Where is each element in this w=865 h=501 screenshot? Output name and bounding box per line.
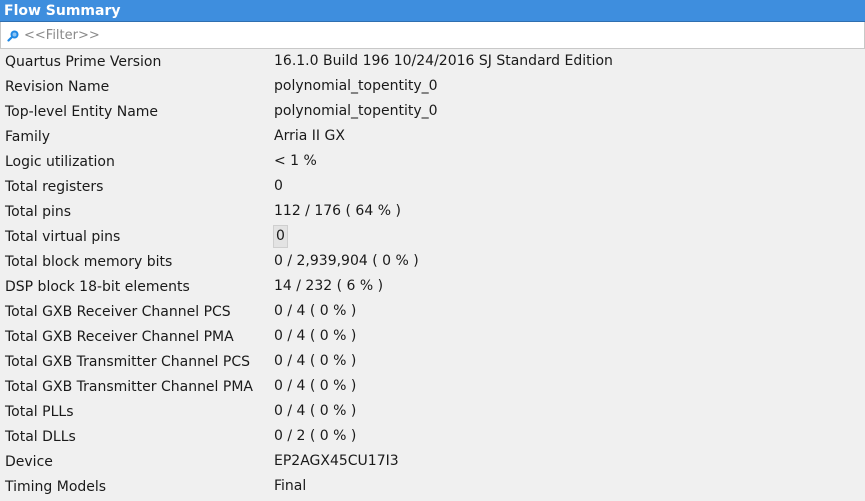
row-value-cell: 0 / 4 ( 0 % )	[268, 374, 865, 399]
table-row[interactable]: Total virtual pins 0	[0, 224, 865, 249]
row-value-cell: polynomial_topentity_0	[268, 99, 865, 124]
filter-bar	[0, 22, 865, 49]
table-row[interactable]: Quartus Prime Version 16.1.0 Build 196 10…	[0, 49, 865, 74]
row-value-cell: 0	[268, 224, 865, 249]
row-key: Total DLLs	[5, 428, 76, 445]
row-value: 16.1.0 Build 196 10/24/2016 SJ Standard …	[274, 53, 613, 69]
filter-input[interactable]	[24, 27, 844, 43]
row-key: Total block memory bits	[5, 253, 173, 270]
row-key: Total PLLs	[5, 403, 74, 420]
row-key: Revision Name	[5, 78, 110, 95]
row-value-cell: Arria II GX	[268, 124, 865, 149]
row-value-cell: 0 / 4 ( 0 % )	[268, 349, 865, 374]
table-row[interactable]: Timing Models Final	[0, 474, 865, 499]
row-key: Total virtual pins	[5, 228, 121, 245]
row-value: 0 / 4 ( 0 % )	[274, 353, 357, 369]
row-value: 0 / 4 ( 0 % )	[274, 378, 357, 394]
table-row[interactable]: Total GXB Transmitter Channel PCS 0 / 4 (…	[0, 349, 865, 374]
row-key: Total GXB Transmitter Channel PCS	[5, 353, 250, 370]
table-row[interactable]: Total GXB Receiver Channel PCS 0 / 4 ( 0 …	[0, 299, 865, 324]
row-value-cell: 0 / 4 ( 0 % )	[268, 399, 865, 424]
row-value-cell: 0 / 2,939,904 ( 0 % )	[268, 249, 865, 274]
row-key: Total GXB Receiver Channel PCS	[5, 303, 231, 320]
row-value-cell: 0	[268, 174, 865, 199]
table-row[interactable]: Total DLLs 0 / 2 ( 0 % )	[0, 424, 865, 449]
search-icon[interactable]	[6, 28, 20, 42]
row-value: 14 / 232 ( 6 % )	[274, 278, 384, 294]
row-value-cell: EP2AGX45CU17I3	[268, 449, 865, 474]
table-row[interactable]: Revision Name polynomial_topentity_0	[0, 74, 865, 99]
row-value-cell: 112 / 176 ( 64 % )	[268, 199, 865, 224]
row-value-cell: 0 / 4 ( 0 % )	[268, 324, 865, 349]
row-value-cell: 14 / 232 ( 6 % )	[268, 274, 865, 299]
row-key: Device	[5, 453, 53, 470]
row-value-cell: 0 / 2 ( 0 % )	[268, 424, 865, 449]
row-value-cell: < 1 %	[268, 149, 865, 174]
row-value: 0 / 4 ( 0 % )	[274, 328, 357, 344]
table-row[interactable]: DSP block 18-bit elements 14 / 232 ( 6 % …	[0, 274, 865, 299]
row-value: Final	[274, 478, 307, 494]
row-value: Arria II GX	[274, 128, 345, 144]
table-row[interactable]: Total GXB Receiver Channel PMA 0 / 4 ( 0 …	[0, 324, 865, 349]
row-value-cell: 0 / 4 ( 0 % )	[268, 299, 865, 324]
table-row[interactable]: Total block memory bits 0 / 2,939,904 ( 0…	[0, 249, 865, 274]
row-value: 0	[274, 178, 283, 194]
table-row[interactable]: Total PLLs 0 / 4 ( 0 % )	[0, 399, 865, 424]
row-value-cell: 16.1.0 Build 196 10/24/2016 SJ Standard …	[268, 49, 865, 74]
row-value-cell: Final	[268, 474, 865, 499]
row-key: Family	[5, 128, 51, 145]
row-key: Total GXB Transmitter Channel PMA	[5, 378, 253, 395]
row-key: Timing Models	[5, 478, 107, 495]
table-row[interactable]: Family Arria II GX	[0, 124, 865, 149]
flow-summary-panel: Flow Summary Quartus Prime Version 16.1.0…	[0, 0, 865, 501]
table-row[interactable]: Device EP2AGX45CU17I3	[0, 449, 865, 474]
row-key: DSP block 18-bit elements	[5, 278, 190, 295]
row-value: EP2AGX45CU17I3	[274, 453, 399, 469]
table-row[interactable]: Total registers 0	[0, 174, 865, 199]
row-key: Top-level Entity Name	[5, 103, 159, 120]
row-value: polynomial_topentity_0	[274, 103, 438, 119]
row-value-cell: polynomial_topentity_0	[268, 74, 865, 99]
summary-table: Quartus Prime Version 16.1.0 Build 196 10…	[0, 49, 865, 499]
row-value: 0 / 2,939,904 ( 0 % )	[274, 253, 419, 269]
row-key: Total GXB Receiver Channel PMA	[5, 328, 234, 345]
row-value: 0 / 4 ( 0 % )	[274, 403, 357, 419]
table-row[interactable]: Logic utilization < 1 %	[0, 149, 865, 174]
row-key: Quartus Prime Version	[5, 53, 162, 70]
row-key: Logic utilization	[5, 153, 115, 170]
table-row[interactable]: Total pins 112 / 176 ( 64 % )	[0, 199, 865, 224]
row-key: Total registers	[5, 178, 104, 195]
row-value: polynomial_topentity_0	[274, 78, 438, 94]
panel-title: Flow Summary	[0, 0, 865, 22]
table-row[interactable]: Top-level Entity Name polynomial_topentit…	[0, 99, 865, 124]
row-value: 0 / 4 ( 0 % )	[274, 303, 357, 319]
row-value: 0	[273, 225, 288, 248]
row-value: 0 / 2 ( 0 % )	[274, 428, 357, 444]
row-value: < 1 %	[274, 153, 317, 169]
row-value: 112 / 176 ( 64 % )	[274, 203, 401, 219]
row-key: Total pins	[5, 203, 72, 220]
table-row[interactable]: Total GXB Transmitter Channel PMA 0 / 4 (…	[0, 374, 865, 399]
